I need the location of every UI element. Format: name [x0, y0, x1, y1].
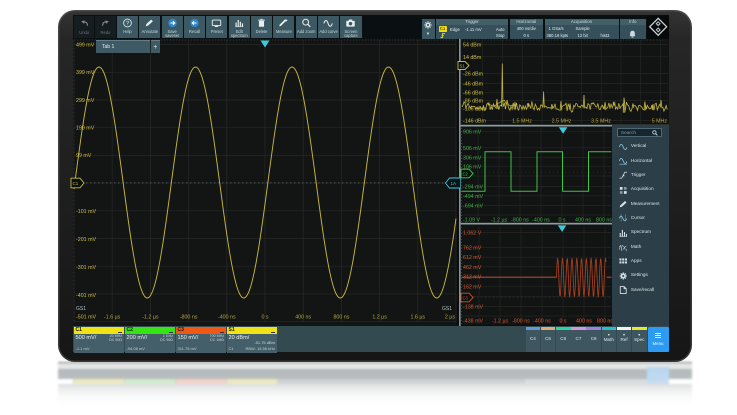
svg-text:54 dBm: 54 dBm: [463, 43, 482, 49]
svg-text:-146 dBm: -146 dBm: [463, 118, 487, 124]
svg-text:-1.6 µs: -1.6 µs: [104, 315, 121, 321]
svg-text:GS1: GS1: [76, 306, 86, 312]
svg-text:1A: 1A: [451, 181, 458, 186]
svg-text:14 dBm: 14 dBm: [463, 55, 482, 61]
svg-text:299 mV: 299 mV: [76, 98, 95, 104]
svg-text:0 s: 0 s: [558, 217, 565, 223]
svg-text:-201 mV: -201 mV: [76, 237, 96, 243]
svg-text:312 mV: 312 mV: [463, 275, 482, 281]
svg-text:1.6 µs: 1.6 µs: [411, 315, 426, 321]
svg-text:-86 dBm: -86 dBm: [463, 99, 484, 105]
svg-text:-26 dBm: -26 dBm: [463, 71, 484, 77]
svg-text:C3: C3: [463, 295, 469, 300]
svg-text:0 s: 0 s: [261, 315, 268, 321]
svg-text:S1: S1: [460, 63, 466, 68]
svg-text:-494 mV: -494 mV: [463, 194, 483, 200]
svg-text:-106 dBm: -106 dBm: [463, 107, 487, 113]
svg-text:-294 mV: -294 mV: [463, 185, 483, 191]
svg-text:-400 ns: -400 ns: [218, 315, 236, 321]
svg-text:2 µs: 2 µs: [445, 315, 455, 321]
svg-text:0 s: 0 s: [559, 318, 566, 324]
svg-text:-101 mV: -101 mV: [76, 209, 96, 215]
svg-text:-800 ns: -800 ns: [512, 318, 530, 324]
svg-text:800 ns: 800 ns: [597, 318, 613, 324]
svg-text:-401 mV: -401 mV: [76, 293, 96, 299]
svg-text:-66 dBm: -66 dBm: [463, 90, 484, 96]
svg-text:GS1: GS1: [442, 306, 452, 312]
svg-text:99 mV: 99 mV: [76, 153, 92, 159]
svg-text:f(x): f(x): [619, 245, 628, 251]
svg-text:1.2 µs: 1.2 µs: [372, 315, 387, 321]
svg-text:-1.09 V: -1.09 V: [463, 217, 481, 223]
svg-text:906 mV: 906 mV: [463, 129, 482, 135]
svg-text:800 ns: 800 ns: [333, 315, 349, 321]
svg-text:-400 ns: -400 ns: [532, 217, 550, 223]
svg-text:762 mV: 762 mV: [463, 246, 482, 252]
svg-text:2.5 MHz: 2.5 MHz: [552, 118, 572, 124]
svg-text:400 ns: 400 ns: [575, 217, 591, 223]
svg-text:5 MHz: 5 MHz: [652, 118, 668, 124]
svg-text:-400 ns: -400 ns: [533, 318, 551, 324]
svg-text:306 mV: 306 mV: [463, 155, 482, 161]
svg-text:399 mV: 399 mV: [76, 70, 95, 76]
svg-text:-800 ns: -800 ns: [511, 217, 529, 223]
svg-text:400 ns: 400 ns: [576, 318, 592, 324]
svg-text:-438 mV: -438 mV: [463, 318, 483, 324]
svg-text:1.5 MHz: 1.5 MHz: [512, 118, 532, 124]
svg-text:162 mV: 162 mV: [463, 284, 482, 290]
svg-text:-694 mV: -694 mV: [463, 204, 483, 210]
svg-text:C2: C2: [463, 171, 469, 176]
svg-text:800 ns: 800 ns: [596, 217, 612, 223]
svg-text:199 mV: 199 mV: [76, 126, 95, 132]
svg-text:-46 dBm: -46 dBm: [463, 81, 484, 87]
svg-text:506 mV: 506 mV: [463, 146, 482, 152]
svg-text:499 mV: 499 mV: [76, 43, 95, 49]
svg-text:-138 mV: -138 mV: [463, 305, 483, 311]
svg-text:-1.2 µs: -1.2 µs: [492, 318, 509, 324]
svg-text:-1.2 µs: -1.2 µs: [491, 217, 508, 223]
svg-text:-501 mV: -501 mV: [76, 315, 96, 321]
svg-text:C1: C1: [73, 181, 79, 186]
svg-text:-301 mV: -301 mV: [76, 265, 96, 271]
svg-text:462 mV: 462 mV: [463, 265, 482, 271]
svg-text:-800 ns: -800 ns: [180, 315, 198, 321]
svg-text:1.062 V: 1.062 V: [463, 230, 482, 236]
svg-text:-1.2 µs: -1.2 µs: [142, 315, 159, 321]
svg-text:400 ns: 400 ns: [295, 315, 311, 321]
svg-text:3.5 MHz: 3.5 MHz: [591, 118, 611, 124]
svg-text:612 mV: 612 mV: [463, 255, 482, 261]
